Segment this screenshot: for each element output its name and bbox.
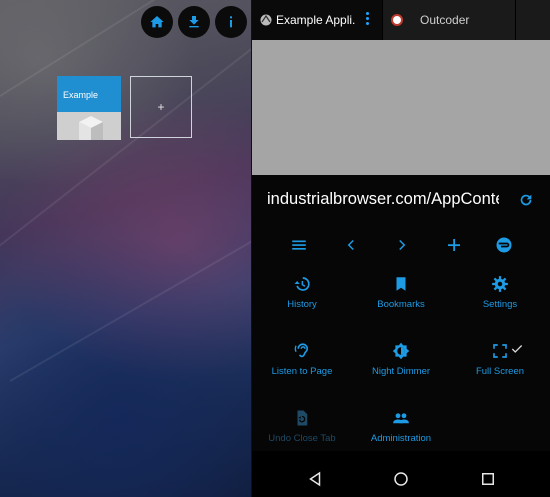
- brightness-icon: [392, 342, 410, 360]
- reload-icon[interactable]: [518, 192, 534, 208]
- add-tile-button[interactable]: +: [130, 76, 192, 138]
- menu-item-label: Administration: [370, 433, 432, 444]
- tab-favicon-icon: [391, 14, 403, 26]
- tab-example-app[interactable]: Example Appli...: [252, 0, 382, 40]
- download-icon: [189, 16, 199, 28]
- nav-toolbar: [252, 231, 550, 259]
- menu-item-label: Undo Close Tab: [268, 433, 336, 444]
- people-icon: [393, 413, 409, 424]
- system-nav-bar: [252, 460, 550, 497]
- menu-item-label: Full Screen: [475, 366, 525, 377]
- browser-menu: industrialbrowser.com/AppConter History …: [252, 175, 550, 451]
- back-triangle-icon[interactable]: [306, 470, 324, 488]
- tab-menu-icon[interactable]: [366, 12, 370, 27]
- chevron-right-icon: [399, 239, 406, 251]
- menu-item-bookmarks[interactable]: Bookmarks: [351, 275, 451, 310]
- gear-icon: [492, 276, 508, 292]
- browser-pane: Example Appli... Outcoder industrialbrow…: [252, 0, 550, 497]
- home-button[interactable]: [141, 6, 173, 38]
- menu-item-label: History: [287, 299, 317, 310]
- menu-item-settings[interactable]: Settings: [450, 275, 550, 310]
- tab-outcoder[interactable]: Outcoder: [383, 0, 515, 40]
- web-content-area[interactable]: [252, 40, 550, 175]
- fullscreen-icon: [493, 344, 507, 358]
- app-logo-button[interactable]: [490, 231, 518, 259]
- logo-icon: [496, 237, 512, 253]
- tab-favicon-icon: [260, 14, 272, 26]
- info-icon: [230, 16, 232, 28]
- menu-button[interactable]: [285, 231, 313, 259]
- checkmark-icon: [511, 345, 523, 353]
- history-icon: [294, 277, 310, 291]
- info-button[interactable]: [215, 6, 247, 38]
- undo-tab-icon: [297, 410, 308, 426]
- menu-item-label: Settings: [482, 299, 518, 310]
- forward-button[interactable]: [388, 231, 416, 259]
- back-button[interactable]: [337, 231, 365, 259]
- recents-square-icon[interactable]: [479, 470, 497, 488]
- home-icon: [150, 16, 164, 28]
- menu-item-label: Bookmarks: [377, 299, 425, 310]
- new-tab-button[interactable]: [440, 231, 468, 259]
- bookmark-icon: [396, 277, 406, 291]
- menu-item-label: Night Dimmer: [371, 366, 431, 377]
- address-bar[interactable]: industrialbrowser.com/AppConter: [267, 190, 499, 209]
- menu-item-administration[interactable]: Administration: [351, 409, 451, 444]
- tile-thumbnail: [57, 112, 121, 140]
- launcher-pane: Example +: [0, 0, 251, 497]
- menu-item-night-dimmer[interactable]: Night Dimmer: [351, 342, 451, 377]
- download-button[interactable]: [178, 6, 210, 38]
- tab-bar: Example Appli... Outcoder: [252, 0, 550, 40]
- add-tile-label: +: [157, 100, 165, 114]
- home-circle-icon[interactable]: [392, 470, 410, 488]
- tab-label: Outcoder: [420, 13, 470, 27]
- chevron-left-icon: [347, 239, 354, 251]
- hamburger-icon: [292, 240, 306, 250]
- menu-item-listen-to-page[interactable]: Listen to Page: [252, 342, 352, 377]
- menu-item-full-screen[interactable]: Full Screen: [450, 342, 550, 377]
- tab-label: Example Appli...: [276, 13, 356, 27]
- app-tile-example[interactable]: Example: [57, 76, 121, 140]
- menu-item-history[interactable]: History: [252, 275, 352, 310]
- tile-label: Example: [57, 76, 121, 112]
- menu-item-label: Listen to Page: [271, 366, 333, 377]
- tab-overflow[interactable]: [516, 0, 550, 40]
- plus-icon: [448, 239, 460, 251]
- ear-icon: [294, 343, 309, 358]
- menu-item-undo-close-tab: Undo Close Tab: [252, 409, 352, 444]
